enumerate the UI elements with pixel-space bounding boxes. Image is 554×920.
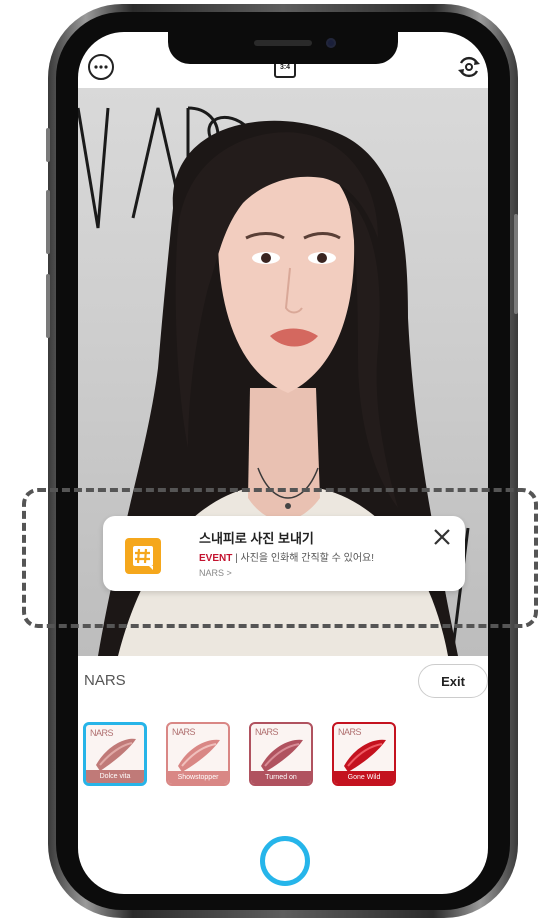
more-options-button[interactable]	[88, 54, 114, 80]
swatch-label: Dolce vita	[86, 770, 144, 783]
front-camera	[326, 38, 336, 48]
brand-label: NARS	[84, 672, 126, 689]
earpiece-speaker	[254, 40, 312, 46]
mute-switch	[46, 128, 50, 162]
flip-camera-button[interactable]	[456, 54, 482, 80]
exit-button[interactable]: Exit	[418, 664, 488, 698]
lipstick-swatch-gone-wild[interactable]: NARS Gone Wild	[332, 722, 396, 786]
shutter-button[interactable]	[260, 836, 310, 886]
swatch-label: Turned on	[251, 771, 311, 784]
phone-notch	[168, 32, 398, 64]
swatch-brand: NARS	[255, 727, 279, 737]
lipstick-swatch-showstopper[interactable]: NARS Showstopper	[166, 722, 230, 786]
power-button	[514, 214, 518, 314]
volume-up-button	[46, 190, 50, 254]
swatch-brand: NARS	[338, 727, 362, 737]
swatch-brand: NARS	[172, 727, 196, 737]
volume-down-button	[46, 274, 50, 338]
lipstick-swatch-turned-on[interactable]: NARS Turned on	[249, 722, 313, 786]
camera-flip-icon	[458, 56, 480, 78]
screen: 3:4 스내피로 사진 보내기 EVENT | 사진을 인화해 간직할 수 있어…	[78, 32, 488, 894]
swatch-label: Gone Wild	[334, 771, 394, 784]
aspect-ratio-label: 3:4	[279, 63, 291, 71]
highlight-box	[22, 488, 538, 628]
lipstick-swatch-dolce-vita[interactable]: NARS Dolce vita	[83, 722, 147, 786]
more-dots-icon	[94, 65, 108, 69]
swatch-brand: NARS	[90, 728, 114, 738]
swatch-label: Showstopper	[168, 771, 228, 784]
